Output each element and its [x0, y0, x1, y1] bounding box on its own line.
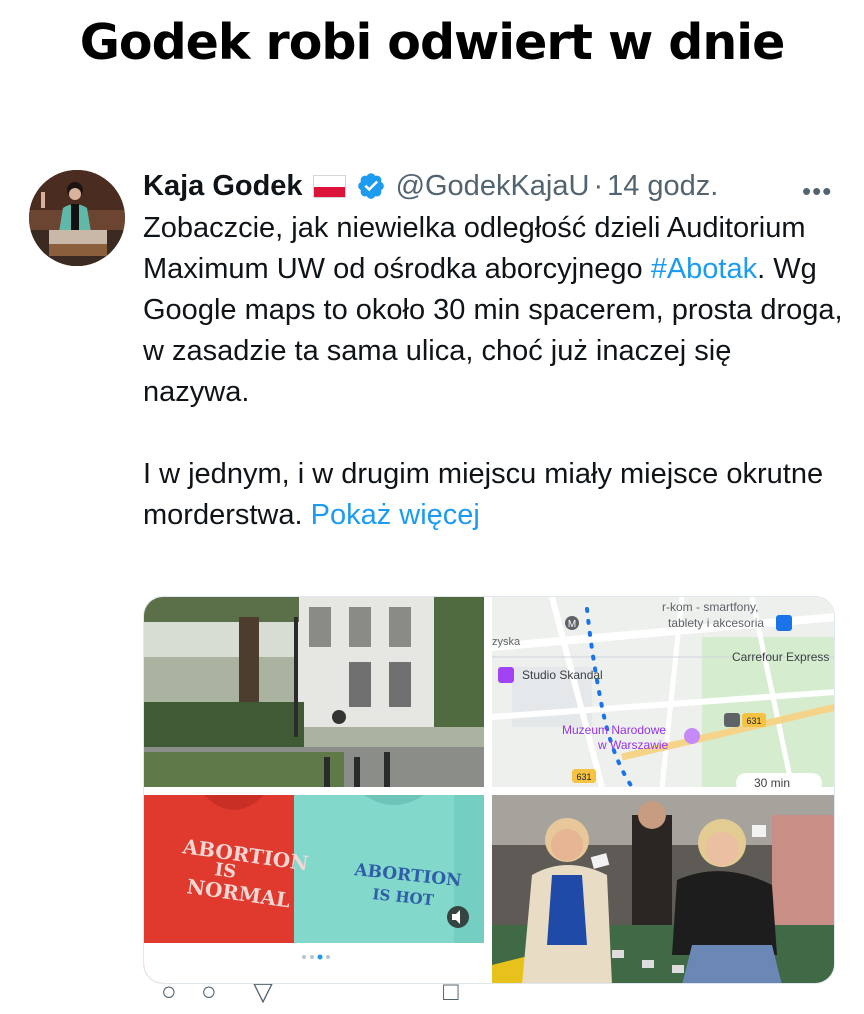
poland-flag-icon: [312, 174, 346, 198]
author-name[interactable]: Kaja Godek: [143, 170, 303, 203]
map-street-label: zyska: [492, 636, 521, 648]
tweet-timestamp[interactable]: 14 godz.: [607, 170, 718, 203]
media-photo-building[interactable]: [144, 597, 484, 787]
show-more-link[interactable]: Pokaż więcej: [311, 499, 480, 531]
map-label-carrefour: Carrefour Express: [732, 650, 829, 664]
verified-badge-icon: [357, 173, 384, 199]
author-handle[interactable]: @GodekKajaU: [396, 170, 590, 203]
map-label-museum: Muzeum Narodowe: [562, 723, 666, 737]
separator-dot: ·: [593, 169, 604, 202]
route-badge-1: 631: [746, 716, 761, 726]
media-photo-shirts[interactable]: ABORTION IS NORMAL ABORTION IS HOT: [144, 795, 484, 983]
media-map[interactable]: M zyska r-kom - smartfony, tablety i akc…: [492, 597, 834, 787]
tweet-paragraph-1: Zobaczcie, jak niewielka odległość dziel…: [143, 208, 843, 413]
share-icon[interactable]: ▽: [253, 984, 273, 1007]
reply-icon[interactable]: ○: [161, 984, 177, 1007]
headline: Godek robi odwiert w dnie: [79, 14, 786, 71]
bookmark-icon[interactable]: □: [443, 984, 459, 1007]
route-badge-2: 631: [576, 772, 591, 782]
hashtag-link[interactable]: #Abotak: [651, 253, 757, 285]
tweet-header: Kaja Godek @GodekKajaU · 14 godz.: [143, 168, 718, 204]
media-photo-group[interactable]: [492, 795, 834, 983]
media-grid: M zyska r-kom - smartfony, tablety i akc…: [143, 596, 835, 984]
retweet-icon[interactable]: ○: [201, 984, 217, 1007]
tweet-paragraph-2: I w jednym, i w drugim miejscu miały mie…: [143, 454, 843, 536]
tweet-action-bar: ○ ○ ▽ □: [143, 984, 835, 1014]
more-options-icon[interactable]: •••: [802, 176, 832, 207]
tweet-text-part-3: I w jednym, i w drugim miejscu miały mie…: [143, 458, 824, 531]
tweet-text: Zobaczcie, jak niewielka odległość dziel…: [143, 208, 843, 536]
map-label-studio: Studio Skandal: [522, 668, 603, 682]
map-label-museum-2: w Warszawie: [597, 738, 669, 752]
map-label-rkom-2: tablety i akcesoria: [668, 616, 764, 630]
author-avatar[interactable]: [29, 170, 125, 266]
walk-time-label: 30 min: [754, 776, 790, 787]
metro-icon: M: [568, 619, 576, 630]
map-label-rkom: r-kom - smartfony,: [662, 600, 758, 614]
